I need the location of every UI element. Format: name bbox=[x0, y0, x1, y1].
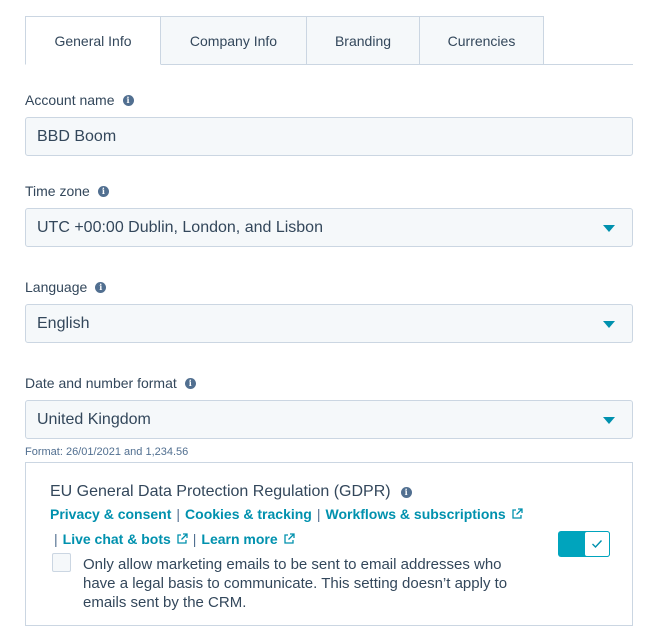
external-link-icon bbox=[284, 533, 295, 544]
gdpr-links-row-2: | Live chat & bots | Learn more bbox=[50, 531, 295, 547]
language-label-text: Language bbox=[25, 279, 88, 295]
time-zone-value: UTC +00:00 Dublin, London, and Lisbon bbox=[37, 218, 323, 236]
date-format-select[interactable]: United Kingdom bbox=[25, 400, 633, 439]
cookies-tracking-link[interactable]: Cookies & tracking bbox=[185, 506, 312, 522]
info-icon[interactable]: i bbox=[122, 94, 134, 106]
gdpr-card: EU General Data Protection Regulation (G… bbox=[25, 462, 633, 626]
account-name-label-text: Account name bbox=[25, 92, 115, 108]
live-chat-bots-link[interactable]: Live chat & bots bbox=[63, 531, 171, 547]
account-name-input[interactable]: BBD Boom bbox=[25, 117, 633, 156]
link-separator: | bbox=[192, 531, 197, 547]
gdpr-toggle[interactable] bbox=[558, 531, 610, 557]
language-value: English bbox=[37, 314, 90, 332]
learn-more-link[interactable]: Learn more bbox=[201, 531, 277, 547]
privacy-consent-link[interactable]: Privacy & consent bbox=[50, 506, 171, 522]
gdpr-title: EU General Data Protection Regulation (G… bbox=[50, 483, 412, 501]
tab-branding[interactable]: Branding bbox=[306, 16, 420, 65]
tab-currencies[interactable]: Currencies bbox=[419, 16, 544, 65]
check-icon bbox=[592, 540, 603, 549]
legal-basis-checkbox[interactable] bbox=[52, 553, 71, 572]
link-separator: | bbox=[316, 506, 321, 522]
chevron-down-icon bbox=[603, 321, 615, 328]
legal-basis-checkbox-label: Only allow marketing emails to be sent t… bbox=[83, 556, 508, 611]
gdpr-toggle-knob bbox=[584, 531, 610, 557]
gdpr-title-text: EU General Data Protection Regulation (G… bbox=[50, 483, 391, 500]
language-label: Language i bbox=[25, 279, 107, 295]
tab-general-info[interactable]: General Info bbox=[25, 16, 161, 65]
date-format-value: United Kingdom bbox=[37, 410, 151, 428]
date-format-hint: Format: 26/01/2021 and 1,234.56 bbox=[25, 446, 189, 458]
chevron-down-icon bbox=[603, 225, 615, 232]
gdpr-links-row-1: Privacy & consent | Cookies & tracking |… bbox=[50, 506, 523, 522]
time-zone-label: Time zone i bbox=[25, 183, 109, 199]
chevron-down-icon bbox=[603, 417, 615, 424]
info-icon[interactable]: i bbox=[95, 281, 107, 293]
account-name-value: BBD Boom bbox=[37, 127, 117, 145]
language-select[interactable]: English bbox=[25, 304, 633, 343]
tab-bar: General Info Company Info Branding Curre… bbox=[25, 16, 544, 65]
date-format-label-text: Date and number format bbox=[25, 375, 177, 391]
time-zone-label-text: Time zone bbox=[25, 183, 90, 199]
account-name-label: Account name i bbox=[25, 92, 134, 108]
link-separator: | bbox=[176, 506, 181, 522]
external-link-icon bbox=[512, 508, 523, 519]
info-icon[interactable]: i bbox=[400, 486, 412, 498]
external-link-icon bbox=[177, 533, 188, 544]
time-zone-select[interactable]: UTC +00:00 Dublin, London, and Lisbon bbox=[25, 208, 633, 247]
info-icon[interactable]: i bbox=[184, 377, 196, 389]
date-format-label: Date and number format i bbox=[25, 375, 196, 391]
info-icon[interactable]: i bbox=[97, 185, 109, 197]
link-separator: | bbox=[54, 531, 58, 547]
workflows-subscriptions-link[interactable]: Workflows & subscriptions bbox=[326, 506, 506, 522]
tab-company-info[interactable]: Company Info bbox=[160, 16, 307, 65]
